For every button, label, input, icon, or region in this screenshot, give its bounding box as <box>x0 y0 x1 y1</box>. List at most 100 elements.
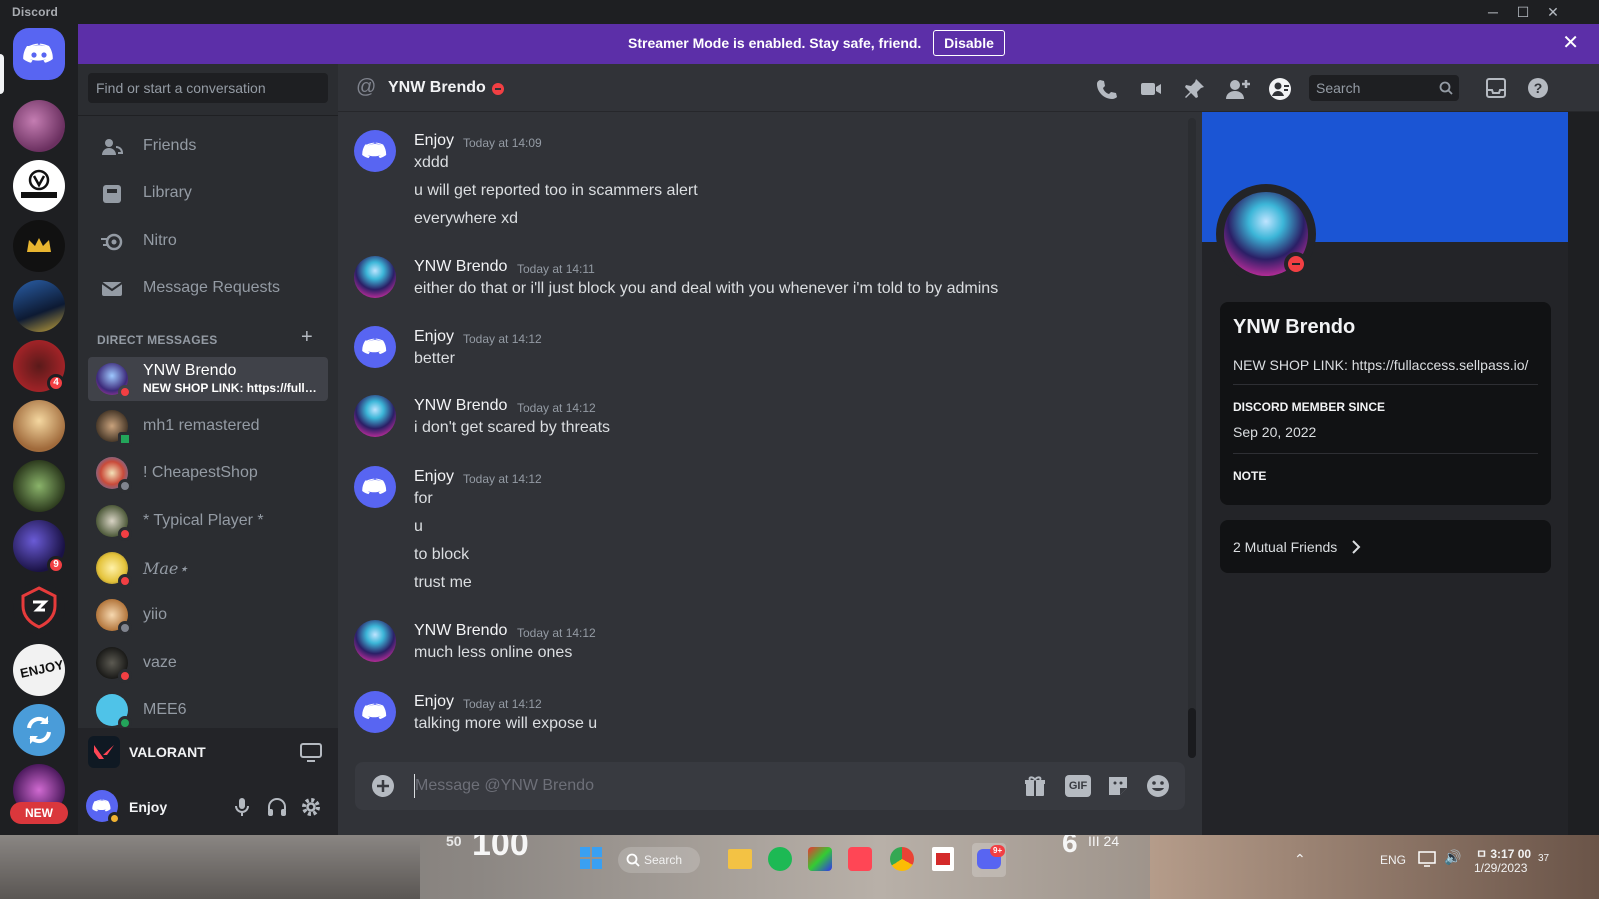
server-icon-shield[interactable] <box>13 582 65 634</box>
dm-name: ! CheapestShop <box>143 464 258 481</box>
gift-icon[interactable] <box>1023 774 1047 798</box>
server-icon-enjoy[interactable]: ENJOY! <box>13 644 65 696</box>
scrollbar-track[interactable] <box>1188 118 1196 758</box>
scrollbar-thumb[interactable] <box>1188 708 1196 758</box>
emoji-icon[interactable] <box>1146 774 1170 798</box>
pinned-messages-icon[interactable] <box>1182 77 1206 101</box>
dm-item-mae[interactable]: 𝑀𝑎𝑒⋆ <box>88 546 328 590</box>
language-indicator[interactable]: ENG <box>1380 853 1406 867</box>
hud-text: 50 <box>446 835 462 849</box>
message-avatar[interactable] <box>354 395 396 437</box>
message-author[interactable]: YNW Brendo <box>414 258 507 276</box>
nav-message-requests[interactable]: Message Requests <box>88 267 328 309</box>
message-avatar[interactable] <box>354 256 396 298</box>
close-banner-icon[interactable]: ✕ <box>1562 32 1579 54</box>
dm-item-vaze[interactable]: vaze <box>88 641 328 685</box>
server-icon-voavoa[interactable] <box>13 160 65 212</box>
search-input[interactable]: Search <box>1309 75 1459 101</box>
valorant-taskbar-icon[interactable] <box>848 847 872 871</box>
search-placeholder: Search <box>1316 80 1361 96</box>
nav-friends[interactable]: Friends <box>88 125 328 167</box>
minimize-button[interactable]: ─ <box>1478 2 1508 22</box>
volume-icon[interactable]: 🔊 <box>1444 849 1461 866</box>
gif-button[interactable]: GIF <box>1065 775 1091 797</box>
taskbar-search[interactable]: Search <box>618 847 700 873</box>
home-indicator <box>0 54 4 94</box>
pdf-reader-icon[interactable] <box>932 847 954 871</box>
title-bar: Discord ─ ☐ ✕ <box>0 0 1599 24</box>
message-input[interactable] <box>415 774 995 798</box>
close-window-button[interactable]: ✕ <box>1538 2 1568 22</box>
message-avatar[interactable] <box>354 691 396 733</box>
sticker-icon[interactable] <box>1106 774 1130 798</box>
dm-name: 𝑀𝑎𝑒⋆ <box>143 559 189 578</box>
windows-start-icon[interactable] <box>580 847 602 869</box>
message-avatar[interactable] <box>354 326 396 368</box>
nav-library[interactable]: Library <box>88 172 328 214</box>
dm-item-yiio[interactable]: yiio <box>88 593 328 637</box>
nitro-icon <box>101 233 123 251</box>
server-icon-1[interactable] <box>13 100 65 152</box>
inbox-icon[interactable] <box>1485 77 1507 99</box>
clock-date[interactable]: 1/29/2023 <box>1474 861 1527 875</box>
dm-item-mee6[interactable]: MEE6 <box>88 688 328 732</box>
disable-streamer-button[interactable]: Disable <box>933 30 1005 56</box>
user-profile-icon[interactable] <box>1268 77 1292 101</box>
settings-gear-icon[interactable] <box>300 796 322 818</box>
spotify-icon[interactable] <box>768 847 792 871</box>
dm-item-typical-player[interactable]: * Typical Player * <box>88 499 328 543</box>
video-call-icon[interactable] <box>1139 77 1163 101</box>
discord-taskbar-button[interactable]: 9+ <box>972 843 1006 877</box>
add-friends-to-dm-icon[interactable] <box>1225 77 1251 101</box>
help-icon[interactable]: ? <box>1527 77 1549 99</box>
file-explorer-icon[interactable] <box>728 849 752 869</box>
dm-item-ynw-brendo[interactable]: YNW Brendo NEW SHOP LINK: https://fullac… <box>88 357 328 401</box>
svg-text:ENJOY!: ENJOY! <box>19 656 65 681</box>
app-icon[interactable] <box>808 847 832 871</box>
tray-chevron-icon[interactable]: ⌃ <box>1294 851 1306 868</box>
attach-plus-icon[interactable] <box>371 774 395 798</box>
dm-name: * Typical Player * <box>143 512 264 529</box>
message-author[interactable]: YNW Brendo <box>414 397 507 415</box>
message-author[interactable]: Enjoy <box>414 468 454 486</box>
maximize-button[interactable]: ☐ <box>1508 2 1538 22</box>
microphone-icon[interactable] <box>232 796 252 818</box>
idle-status-icon <box>108 812 121 825</box>
network-icon[interactable] <box>1418 851 1436 867</box>
message-group: Enjoy Today at 14:09 xddd u will get report… <box>338 130 1188 238</box>
server-icon-4[interactable] <box>13 280 65 332</box>
mutual-friends-button[interactable]: 2 Mutual Friends <box>1220 520 1551 573</box>
valorant-icon <box>88 736 120 768</box>
message-author[interactable]: Enjoy <box>414 328 454 346</box>
message-avatar[interactable] <box>354 130 396 172</box>
nav-nitro[interactable]: Nitro <box>88 220 328 262</box>
message-author[interactable]: Enjoy <box>414 132 454 150</box>
chrome-icon[interactable] <box>890 847 914 871</box>
shield-logo-icon <box>21 586 57 629</box>
find-conversation-input[interactable]: Find or start a conversation <box>88 73 328 103</box>
headphones-icon[interactable] <box>266 796 288 818</box>
message-author[interactable]: YNW Brendo <box>414 622 507 640</box>
username: Enjoy <box>129 799 168 815</box>
server-icon-7[interactable] <box>13 460 65 512</box>
message-avatar[interactable] <box>354 466 396 508</box>
message-timestamp: Today at 14:12 <box>463 472 542 486</box>
message-author[interactable]: Enjoy <box>414 693 454 711</box>
dm-name: MEE6 <box>143 701 187 718</box>
server-icon-sync[interactable] <box>13 704 65 756</box>
dm-item-cheapestshop[interactable]: ! CheapestShop <box>88 451 328 495</box>
voice-call-icon[interactable] <box>1095 77 1119 101</box>
server-icon-6[interactable] <box>13 400 65 452</box>
server-icon-crown[interactable] <box>13 220 65 272</box>
create-dm-icon[interactable]: + <box>301 326 313 349</box>
message-group: Enjoy Today at 14:12 better <box>338 326 1188 378</box>
search-icon <box>1439 81 1453 95</box>
home-button[interactable] <box>13 28 65 80</box>
user-panel: Enjoy <box>78 778 338 835</box>
notification-count[interactable]: 37 <box>1538 853 1549 864</box>
message-avatar[interactable] <box>354 620 396 662</box>
stream-screen-icon[interactable] <box>300 742 322 762</box>
voavoa-logo-icon <box>21 169 57 198</box>
clock-time[interactable]: ㅁ 3:17 00 <box>1476 845 1531 862</box>
dm-item-mh1-remastered[interactable]: mh1 remastered <box>88 404 328 448</box>
